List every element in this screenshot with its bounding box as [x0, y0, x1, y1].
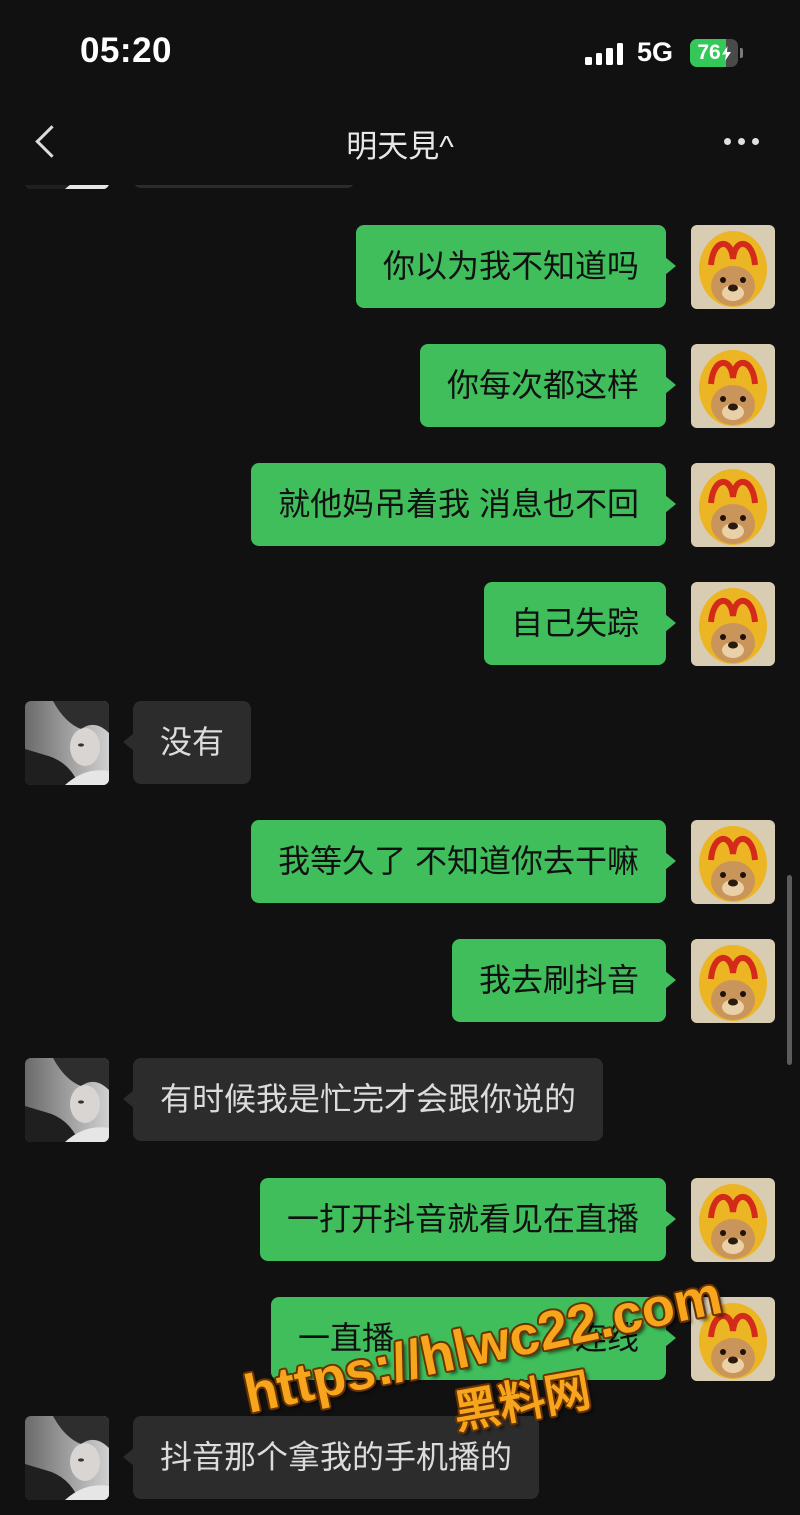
message-text: 没有: [160, 724, 225, 760]
status-time: 05:20: [80, 31, 173, 70]
message-text: 就他妈吊着我 消息也不回: [278, 486, 639, 522]
my-avatar[interactable]: [691, 1178, 775, 1262]
message-text: 自己失踪: [510, 605, 639, 641]
battery-charging-icon: 76: [690, 39, 738, 67]
message-row: 你以为我不知道吗: [0, 225, 800, 309]
battery-nub: [740, 48, 743, 58]
sent-message-bubble[interactable]: 自己失踪: [483, 582, 677, 665]
network-type: 5G: [637, 37, 674, 67]
contact-avatar[interactable]: [25, 1416, 109, 1500]
back-button[interactable]: [20, 112, 80, 172]
message-row: 有时候我是忙完才会跟你说的: [0, 1058, 800, 1142]
my-avatar[interactable]: [691, 820, 775, 904]
message-row: 我等久了 不知道你去干嘛: [0, 820, 800, 904]
my-avatar[interactable]: [691, 344, 775, 428]
message-row: 抖音那个拿我的手机播的: [0, 1416, 800, 1500]
message-text: 我去刷抖音: [478, 962, 639, 998]
message-text: 你每次都这样: [446, 367, 639, 403]
sent-message-bubble[interactable]: 就他妈吊着我 消息也不回: [251, 463, 676, 546]
contact-avatar[interactable]: [25, 701, 109, 785]
received-message-bubble[interactable]: 有时候我是忙完才会跟你说的: [122, 1058, 604, 1141]
received-message-bubble[interactable]: 没有: [122, 701, 252, 784]
sent-message-bubble[interactable]: 一打开抖音就看见在直播: [259, 1178, 677, 1261]
message-row: 自己失踪: [0, 582, 800, 666]
message-row: 就他妈吊着我 消息也不回: [0, 463, 800, 547]
more-dots-icon: [724, 138, 759, 145]
scrollbar[interactable]: [787, 875, 792, 1065]
message-text: 你以为我不知道吗: [382, 248, 639, 284]
message-text: 我等久了 不知道你去干嘛: [278, 843, 639, 879]
sent-message-bubble[interactable]: 你以为我不知道吗: [355, 225, 677, 308]
top-bar: 05:20 5G 76 明天見^: [0, 0, 800, 185]
message-text: 有时候我是忙完才会跟你说的: [160, 1081, 577, 1117]
my-avatar[interactable]: [691, 582, 775, 666]
more-button[interactable]: [712, 122, 772, 162]
sent-message-bubble[interactable]: 我等久了 不知道你去干嘛: [251, 820, 676, 903]
battery-percent: 76: [697, 41, 721, 64]
message-row: 我去刷抖音: [0, 939, 800, 1023]
message-row: 没有: [0, 701, 800, 785]
my-avatar[interactable]: [691, 463, 775, 547]
charging-bolt-icon: [721, 45, 731, 61]
message-text: 一打开抖音就看见在直播: [286, 1201, 639, 1237]
chevron-left-icon: [35, 125, 68, 158]
contact-avatar[interactable]: [25, 1058, 109, 1142]
my-avatar[interactable]: [691, 225, 775, 309]
message-row: 一打开抖音就看见在直播: [0, 1178, 800, 1262]
sent-message-bubble[interactable]: 你每次都这样: [419, 344, 677, 427]
chat-title: 明天見^: [346, 129, 454, 164]
message-row: 你每次都这样: [0, 344, 800, 428]
message-text: 抖音那个拿我的手机播的: [160, 1439, 513, 1475]
sent-message-bubble[interactable]: 我去刷抖音: [451, 939, 677, 1022]
signal-bars-icon: [585, 41, 627, 65]
my-avatar[interactable]: [691, 939, 775, 1023]
